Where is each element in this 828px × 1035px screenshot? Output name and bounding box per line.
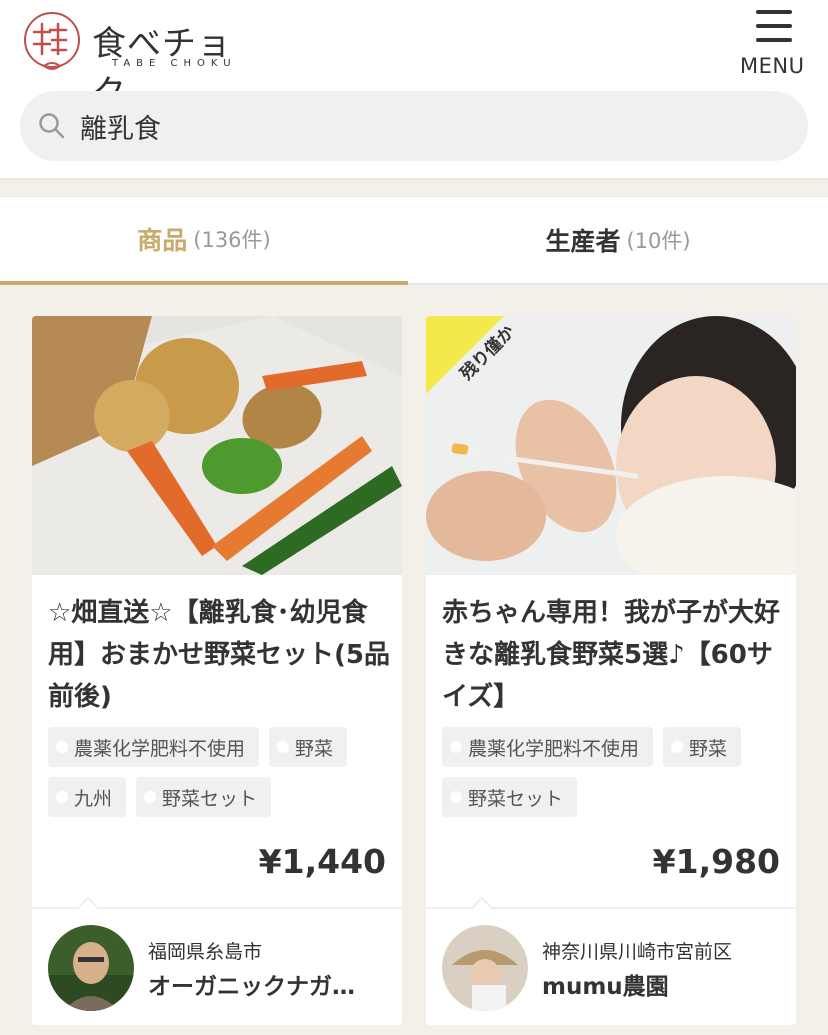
search-bar[interactable] (20, 91, 808, 161)
tag-chip[interactable]: 野菜 (663, 727, 742, 767)
tab-label: 商品 (137, 226, 188, 255)
tab-label: 生産者 (545, 227, 621, 256)
tag-label: 野菜 (689, 737, 728, 760)
tag-list: 農薬化学肥料不使用 野菜 野菜セット (442, 727, 790, 817)
tag-label: 野菜セット (162, 787, 258, 810)
product-title[interactable]: 赤ちゃん専用！我が子が大好きな離乳食野菜5選♪【60サイズ】 (442, 592, 784, 718)
product-card[interactable]: 残り僅か 赤ちゃん専用！我が子が大好きな離乳食野菜5選♪【60サイズ】 農薬化学… (426, 316, 796, 1025)
dot-icon (450, 741, 462, 753)
producer-location: 福岡県糸島市 (148, 941, 263, 963)
product-price: ¥1,440 (258, 842, 386, 881)
tag-chip[interactable]: 野菜 (269, 727, 348, 767)
tag-chip[interactable]: 野菜セット (442, 777, 578, 817)
tag-chip[interactable]: 農薬化学肥料不使用 (442, 727, 654, 767)
limited-stock-badge: 残り僅か (426, 316, 519, 394)
tag-label: 野菜 (295, 737, 334, 760)
logo-mark-icon (24, 12, 80, 70)
tab-products[interactable]: 商品 (136件) (0, 197, 408, 285)
tag-chip[interactable]: 九州 (48, 777, 127, 817)
dot-icon (277, 741, 290, 753)
tag-label: 農薬化学肥料不使用 (468, 737, 640, 760)
producer-name[interactable]: オーガニックナガ… (148, 967, 380, 1001)
search-icon (39, 113, 65, 139)
product-card[interactable]: ☆畑直送☆【離乳食･幼児食用】おまかせ野菜セット(5品前後) 農薬化学肥料不使用… (32, 316, 402, 1025)
product-price: ¥1,980 (652, 842, 780, 881)
divider-notch (470, 896, 494, 920)
dot-icon (450, 791, 462, 803)
tag-chip[interactable]: 農薬化学肥料不使用 (48, 727, 260, 767)
dot-icon (671, 741, 684, 753)
producer-avatar[interactable] (442, 925, 528, 1011)
tag-label: 農薬化学肥料不使用 (74, 737, 246, 760)
tab-count: (10件) (626, 229, 691, 253)
tab-count: (136件) (193, 228, 271, 252)
producer-avatar[interactable] (48, 925, 134, 1011)
dot-icon (56, 741, 68, 753)
result-tabs: 商品 (136件) 生産者 (10件) (0, 196, 828, 285)
menu-button[interactable]: MENU (736, 8, 816, 80)
hamburger-icon-bar (756, 24, 792, 28)
hamburger-icon (756, 10, 792, 14)
dot-icon (144, 791, 157, 803)
header: 食べチョク TABE CHOKU MENU (0, 0, 828, 178)
logo-subtitle: TABE CHOKU (112, 58, 237, 69)
tag-label: 九州 (74, 787, 113, 810)
tag-chip[interactable]: 野菜セット (136, 777, 272, 817)
logo[interactable]: 食べチョク TABE CHOKU (20, 10, 260, 113)
dot-icon (56, 791, 68, 803)
producer-name[interactable]: mumu農園 (542, 967, 774, 1001)
tab-producers[interactable]: 生産者 (10件) (408, 197, 828, 285)
menu-label: MENU (740, 54, 805, 78)
search-input[interactable] (80, 91, 780, 161)
hamburger-icon-bar (756, 38, 792, 42)
divider-notch (76, 896, 100, 920)
product-title[interactable]: ☆畑直送☆【離乳食･幼児食用】おまかせ野菜セット(5品前後) (48, 592, 390, 718)
tag-label: 野菜セット (468, 787, 564, 810)
tag-list: 農薬化学肥料不使用 野菜 九州 野菜セット (48, 727, 396, 817)
product-image-vegetables (32, 316, 402, 575)
producer-location: 神奈川県川崎市宮前区 (542, 941, 733, 963)
